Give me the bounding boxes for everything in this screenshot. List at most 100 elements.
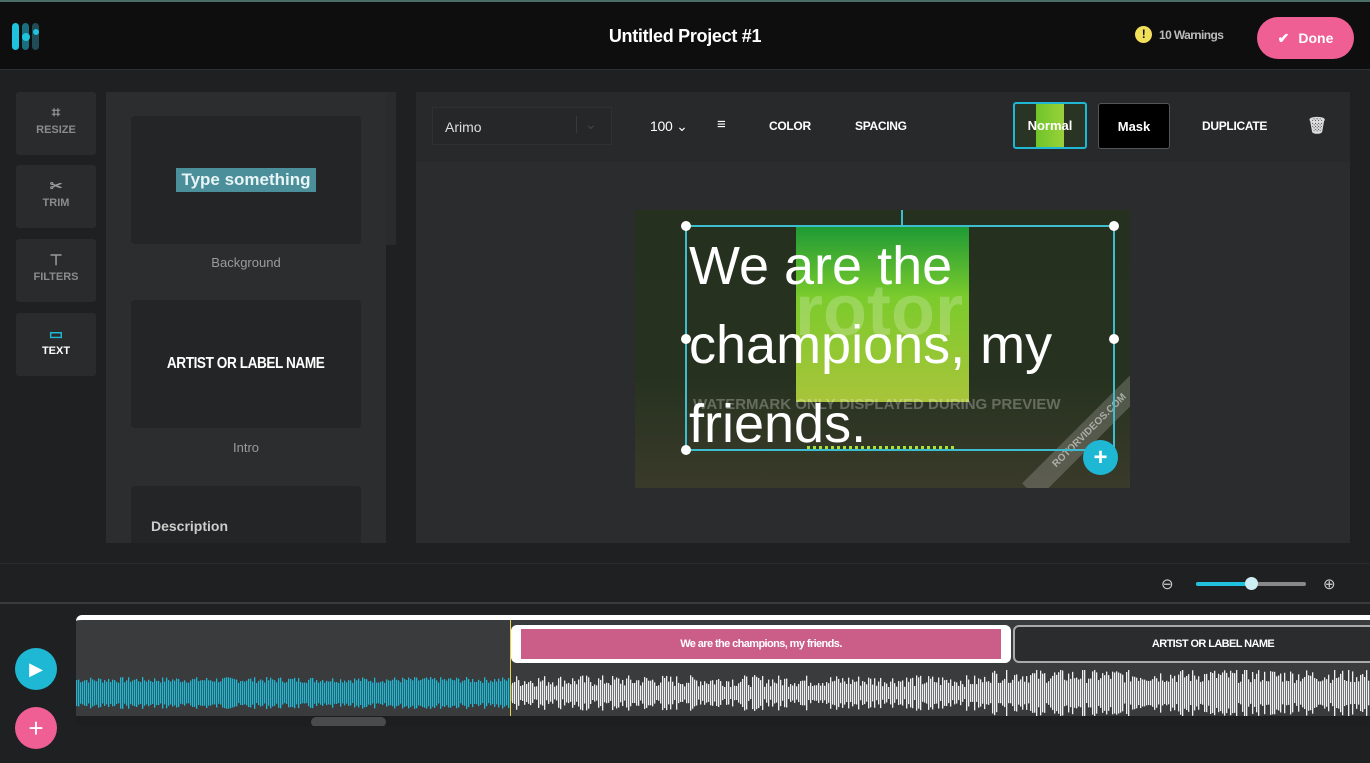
waveform-bar: [1156, 678, 1158, 708]
warnings-indicator[interactable]: ! 10 Warnings: [1135, 26, 1224, 43]
template-description[interactable]: Description: [131, 486, 361, 543]
zoom-slider-knob[interactable]: [1245, 577, 1258, 590]
timeline-scrollbar[interactable]: [76, 716, 1370, 726]
done-button[interactable]: ✔ Done: [1257, 17, 1354, 59]
resize-handle[interactable]: [1109, 221, 1119, 231]
waveform-bar: [1304, 676, 1306, 710]
waveform-bar: [490, 680, 492, 706]
timeline-clip-lyrics[interactable]: We are the champions, my friends.: [511, 625, 1011, 663]
waveform-bar: [612, 675, 614, 711]
waveform-bar: [752, 676, 754, 710]
resize-handle[interactable]: [681, 445, 691, 455]
waveform-bar: [1220, 674, 1222, 712]
waveform-bar: [92, 679, 94, 707]
waveform-bar: [244, 681, 246, 705]
waveform-bar: [502, 677, 504, 709]
preview-text[interactable]: We are the champions, my friends.: [689, 227, 1109, 464]
play-button[interactable]: ▶: [15, 648, 57, 690]
waveform-bar: [434, 678, 436, 708]
waveform-bar: [756, 676, 758, 710]
timeline-clip-intro[interactable]: ARTIST OR LABEL NAME: [1013, 625, 1370, 663]
zoom-slider[interactable]: [1196, 577, 1306, 590]
blend-normal-button[interactable]: Normal: [1013, 102, 1087, 149]
video-preview[interactable]: rotor WATERMARK ONLY DISPLAYED DURING PR…: [635, 210, 1130, 488]
waveform-bar: [158, 680, 160, 706]
waveform-bar: [1218, 673, 1220, 713]
waveform-bar: [852, 679, 854, 707]
waveform-bar: [482, 682, 484, 704]
waveform-bar: [1192, 670, 1194, 716]
waveform-bar: [622, 679, 624, 707]
color-button[interactable]: COLOR: [769, 119, 811, 133]
zoom-out-icon[interactable]: ⊖: [1161, 575, 1174, 593]
waveform-bar: [982, 682, 984, 704]
audio-waveform[interactable]: [76, 670, 1370, 716]
resize-handle[interactable]: [681, 334, 691, 344]
tool-trim[interactable]: ✂ TRIM: [16, 165, 96, 228]
waveform-bar: [988, 681, 990, 705]
waveform-bar: [1272, 671, 1274, 715]
font-select[interactable]: Arimo ⌄: [432, 107, 612, 145]
waveform-bar: [1352, 671, 1354, 715]
resize-handle[interactable]: [681, 221, 691, 231]
waveform-bar: [1296, 680, 1298, 706]
waveform-bar: [966, 675, 968, 711]
blend-mask-button[interactable]: Mask: [1098, 103, 1170, 149]
tool-filters[interactable]: ⊤ FILTERS: [16, 239, 96, 302]
template-intro[interactable]: ARTIST OR LABEL NAME: [131, 300, 361, 428]
waveform-bar: [668, 681, 670, 705]
align-left-icon[interactable]: ≡: [717, 116, 726, 133]
spacing-button[interactable]: SPACING: [855, 119, 907, 133]
waveform-bar: [222, 678, 224, 708]
waveform-bar: [262, 680, 264, 706]
waveform-bar: [1226, 672, 1228, 714]
waveform-bar: [934, 682, 936, 704]
waveform-bar: [310, 678, 312, 708]
waveform-bar: [892, 678, 894, 708]
duplicate-button[interactable]: DUPLICATE: [1202, 119, 1267, 133]
waveform-bar: [412, 680, 414, 706]
waveform-bar: [762, 676, 764, 710]
waveform-bar: [1140, 677, 1142, 709]
waveform-bar: [834, 680, 836, 706]
scrollbar-thumb[interactable]: [311, 717, 386, 726]
waveform-bar: [1026, 676, 1028, 710]
waveform-bar: [1130, 681, 1132, 705]
text-selection-box[interactable]: We are the champions, my friends.: [681, 221, 1119, 455]
waveform-bar: [1126, 671, 1128, 715]
waveform-bar: [1002, 680, 1004, 706]
waveform-bar: [300, 681, 302, 705]
waveform-bar: [1186, 675, 1188, 711]
font-size-select[interactable]: 100 ⌄: [650, 118, 688, 135]
waveform-bar: [124, 682, 126, 704]
template-background[interactable]: Type something: [131, 116, 361, 244]
playhead[interactable]: [510, 620, 511, 716]
resize-handle[interactable]: [1109, 334, 1119, 344]
waveform-bar: [1212, 673, 1214, 713]
waveform-bar: [856, 681, 858, 705]
waveform-bar: [114, 680, 116, 706]
waveform-bar: [848, 677, 850, 709]
tool-label: RESIZE: [36, 124, 76, 136]
waveform-bar: [1178, 674, 1180, 712]
waveform-bar: [708, 684, 710, 702]
rotate-handle[interactable]: [901, 210, 903, 226]
waveform-bar: [106, 681, 108, 705]
waveform-bar: [576, 684, 578, 702]
timeline-track[interactable]: We are the champions, my friends. ARTIST…: [76, 615, 1370, 726]
zoom-in-icon[interactable]: ⊕: [1323, 575, 1336, 593]
add-track-button[interactable]: +: [15, 707, 57, 749]
waveform-bar: [712, 680, 714, 706]
waveform-bar: [672, 681, 674, 705]
waveform-bar: [830, 677, 832, 709]
trash-icon[interactable]: 🗑: [1307, 116, 1327, 136]
waveform-bar: [1290, 671, 1292, 715]
waveform-bar: [1164, 682, 1166, 704]
waveform-bar: [108, 678, 110, 708]
waveform-bar: [486, 679, 488, 707]
tool-resize[interactable]: ⌗ RESIZE: [16, 92, 96, 155]
tool-text[interactable]: ▭ TEXT: [16, 313, 96, 376]
waveform-bar: [654, 682, 656, 704]
templates-scrollbar[interactable]: [386, 92, 396, 245]
add-element-button[interactable]: +: [1083, 440, 1118, 475]
